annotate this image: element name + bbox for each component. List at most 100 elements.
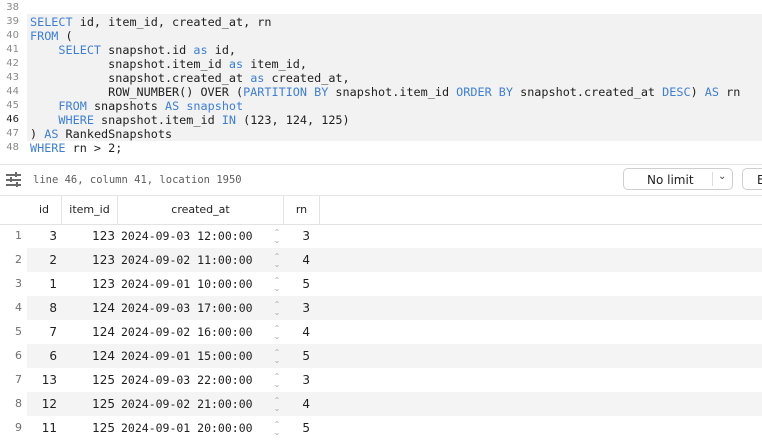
cell-rn[interactable]: 5 (287, 416, 310, 440)
line-number: 42 (6, 58, 19, 69)
column-header-id[interactable]: id (27, 196, 62, 224)
sql-text: item_id, (243, 57, 308, 71)
datetime-stepper-icon[interactable]: ⌃ ⌄ (272, 253, 282, 269)
sql-keyword: as (193, 43, 208, 57)
cell-id[interactable]: 13 (27, 368, 57, 392)
cell-id[interactable]: 3 (27, 224, 57, 248)
sql-text: ) (690, 85, 705, 99)
row-limit-value: No limit (647, 173, 694, 187)
table-row[interactable]: 1 3 123 2024-09-03 12:00:00 3 ⌃ ⌄ (0, 224, 762, 248)
sql-editor[interactable]: 38 39 SELECT id, item_id, created_at, rn 40… (0, 0, 762, 157)
code-text: snapshot.created_at as created_at, (30, 71, 350, 85)
code-line[interactable]: 44 ROW_NUMBER() OVER (PARTITION BY snaps… (0, 85, 762, 99)
sql-text: snapshot.created_at (512, 85, 663, 99)
cell-id[interactable]: 7 (27, 320, 57, 344)
cell-item-id[interactable]: 123 (62, 248, 115, 272)
cell-id[interactable]: 8 (27, 296, 57, 320)
cell-rn[interactable]: 4 (287, 392, 310, 416)
cell-created-at[interactable]: 2024-09-03 12:00:00 (121, 224, 261, 248)
cell-rn[interactable]: 3 (287, 368, 310, 392)
cell-item-id[interactable]: 124 (62, 296, 115, 320)
table-row[interactable]: 3 1 123 2024-09-01 10:00:00 5 ⌃ ⌄ (0, 272, 762, 296)
cell-rn[interactable]: 4 (287, 320, 310, 344)
row-number: 5 (15, 325, 22, 338)
datetime-stepper-icon[interactable]: ⌃ ⌄ (272, 301, 282, 317)
column-header-rn[interactable]: rn (284, 196, 320, 224)
code-text: FROM ( (30, 29, 73, 43)
table-row[interactable]: 2 2 123 2024-09-02 11:00:00 4 ⌃ ⌄ (0, 248, 762, 272)
cell-item-id[interactable]: 123 (62, 272, 115, 296)
cell-rn[interactable]: 3 (287, 224, 310, 248)
row-number: 2 (15, 253, 22, 266)
code-line[interactable]: 48 WHERE rn > 2; (0, 141, 762, 155)
code-text: FROM snapshots AS snapshot (30, 99, 243, 113)
cell-created-at[interactable]: 2024-09-01 20:00:00 (121, 416, 261, 440)
partially-visible-button[interactable]: E (742, 168, 762, 190)
code-text: ) AS RankedSnapshots (30, 127, 172, 141)
cell-id[interactable]: 11 (27, 416, 57, 440)
cell-created-at[interactable]: 2024-09-02 11:00:00 (121, 248, 261, 272)
cell-id[interactable]: 2 (27, 248, 57, 272)
sql-text: rn (719, 85, 741, 99)
datetime-stepper-icon[interactable]: ⌃ ⌄ (272, 229, 282, 245)
code-text: SELECT snapshot.id as id, (30, 43, 236, 57)
table-row[interactable]: 8 12 125 2024-09-02 21:00:00 4 ⌃ ⌄ (0, 392, 762, 416)
cell-item-id[interactable]: 125 (62, 392, 115, 416)
sliders-settings-icon[interactable] (6, 172, 22, 187)
cell-item-id[interactable]: 124 (62, 320, 115, 344)
code-line[interactable]: 47) AS RankedSnapshots (0, 127, 762, 141)
cell-created-at[interactable]: 2024-09-02 21:00:00 (121, 392, 261, 416)
cell-item-id[interactable]: 123 (62, 224, 115, 248)
datetime-stepper-icon[interactable]: ⌃ ⌄ (272, 277, 282, 293)
cell-created-at[interactable]: 2024-09-01 10:00:00 (121, 272, 261, 296)
cell-rn[interactable]: 3 (287, 296, 310, 320)
table-row[interactable]: 7 13 125 2024-09-03 22:00:00 3 ⌃ ⌄ (0, 368, 762, 392)
datetime-stepper-icon[interactable]: ⌃ ⌄ (272, 421, 282, 437)
column-header-created-at[interactable]: created_at (118, 196, 284, 224)
code-line[interactable]: 41 SELECT snapshot.id as id, (0, 43, 762, 57)
row-limit-select[interactable]: No limit ⌄ (623, 168, 733, 190)
code-line[interactable]: 39 SELECT id, item_id, created_at, rn (0, 15, 762, 29)
cell-created-at[interactable]: 2024-09-03 17:00:00 (121, 296, 261, 320)
datetime-stepper-icon[interactable]: ⌃ ⌄ (272, 397, 282, 413)
cell-rn[interactable]: 5 (287, 272, 310, 296)
cell-id[interactable]: 12 (27, 392, 57, 416)
line-number: 43 (6, 72, 19, 83)
datetime-stepper-icon[interactable]: ⌃ ⌄ (272, 349, 282, 365)
cell-item-id[interactable]: 124 (62, 344, 115, 368)
sql-text: id, item_id, created_at, rn (72, 15, 272, 29)
cell-item-id[interactable]: 125 (62, 416, 115, 440)
code-line[interactable]: 42 snapshot.item_id as item_id, (0, 57, 762, 71)
code-line[interactable]: 46 WHERE snapshot.item_id IN (123, 124, … (0, 113, 762, 127)
cell-created-at[interactable]: 2024-09-03 22:00:00 (121, 368, 261, 392)
cell-id[interactable]: 1 (27, 272, 57, 296)
sql-text: snapshot.id (101, 43, 194, 57)
datetime-stepper-icon[interactable]: ⌃ ⌄ (272, 325, 282, 341)
select-divider (712, 172, 713, 186)
cell-rn[interactable]: 5 (287, 344, 310, 368)
code-line[interactable]: 38 (0, 1, 762, 15)
table-row[interactable]: 5 7 124 2024-09-02 16:00:00 4 ⌃ ⌄ (0, 320, 762, 344)
table-row[interactable]: 9 11 125 2024-09-01 20:00:00 5 ⌃ ⌄ (0, 416, 762, 440)
code-line[interactable]: 40 FROM ( (0, 29, 762, 43)
cell-item-id[interactable]: 125 (62, 368, 115, 392)
code-text: SELECT id, item_id, created_at, rn (30, 15, 272, 29)
table-row[interactable]: 6 6 124 2024-09-01 15:00:00 5 ⌃ ⌄ (0, 344, 762, 368)
cell-id[interactable]: 6 (27, 344, 57, 368)
sql-keyword: SELECT (30, 15, 73, 29)
column-header-item-id[interactable]: item_id (62, 196, 118, 224)
sql-text: rn > 2; (65, 141, 123, 155)
row-number: 9 (15, 421, 22, 434)
cell-rn[interactable]: 4 (287, 248, 310, 272)
sql-text: snapshot.item_id (93, 113, 222, 127)
cell-created-at[interactable]: 2024-09-02 16:00:00 (121, 320, 261, 344)
row-number: 4 (15, 301, 22, 314)
table-row[interactable]: 4 8 124 2024-09-03 17:00:00 3 ⌃ ⌄ (0, 296, 762, 320)
code-line[interactable]: 43 snapshot.created_at as created_at, (0, 71, 762, 85)
datetime-stepper-icon[interactable]: ⌃ ⌄ (272, 373, 282, 389)
cell-created-at[interactable]: 2024-09-01 15:00:00 (121, 344, 261, 368)
code-line[interactable]: 45 FROM snapshots AS snapshot (0, 99, 762, 113)
sql-text: ( (58, 29, 73, 43)
sql-alias: snapshot (186, 99, 244, 113)
